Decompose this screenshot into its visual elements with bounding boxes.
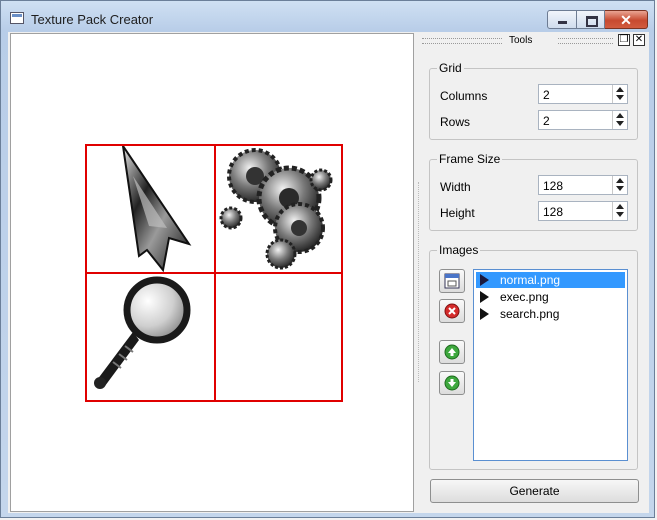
window-controls: ✕ [547,10,648,29]
grid-group: Grid Columns 2 Rows 2 [429,61,638,140]
columns-down-icon[interactable] [613,94,627,102]
width-up-icon[interactable] [613,176,627,184]
grid-group-title: Grid [437,61,464,75]
frame-size-group: Frame Size Width 128 Height 128 [429,152,638,231]
cell-search [87,274,213,400]
list-item-label: exec.png [500,290,549,304]
columns-value: 2 [543,88,550,102]
move-up-button[interactable] [439,340,465,364]
client-area: Tools ❐ ✕ Grid Columns 2 Rows 2 Frame Si… [8,32,649,513]
dock-title-bar[interactable]: Tools ❐ ✕ [418,32,648,50]
rows-value: 2 [543,114,550,128]
remove-image-button[interactable] [439,299,465,323]
frame-size-group-title: Frame Size [437,152,503,166]
title-bar[interactable]: Texture Pack Creator ✕ [1,1,656,33]
arrow-down-icon [444,375,460,391]
list-item[interactable]: search.png [476,306,625,322]
height-spinbox[interactable]: 128 [538,201,628,221]
window-title: Texture Pack Creator [31,12,154,27]
images-group: Images normal.png exec.png search.png [429,243,638,470]
close-button[interactable]: ✕ [605,10,648,29]
texture-grid [85,144,343,402]
play-icon [480,274,489,286]
add-image-button[interactable] [439,269,465,293]
width-value: 128 [543,179,564,193]
height-spin-arrows [612,202,627,220]
rows-up-icon[interactable] [613,111,627,119]
play-icon [480,291,489,303]
splitter-handle[interactable] [418,182,422,382]
height-value: 128 [543,205,564,219]
list-item-label: search.png [500,307,560,321]
height-up-icon[interactable] [613,202,627,210]
add-image-icon [444,273,460,289]
rows-spinbox[interactable]: 2 [538,110,628,130]
cell-empty [215,274,341,400]
height-label: Height [440,206,475,220]
width-spin-arrows [612,176,627,194]
move-down-button[interactable] [439,371,465,395]
tools-dock: Tools ❐ ✕ Grid Columns 2 Rows 2 Frame Si… [418,32,648,513]
rows-spin-arrows [612,111,627,129]
list-item[interactable]: normal.png [476,272,625,288]
play-icon [480,308,489,320]
width-spinbox[interactable]: 128 [538,175,628,195]
width-down-icon[interactable] [613,185,627,193]
gears-image [219,148,333,270]
rows-label: Rows [440,115,471,129]
dock-close-icon[interactable]: ✕ [633,34,645,46]
columns-spin-arrows [612,85,627,103]
arrow-up-icon [444,344,460,360]
undock-icon[interactable]: ❐ [618,34,630,46]
maximize-button[interactable] [577,10,605,29]
columns-label: Columns [440,89,488,103]
close-icon: ✕ [620,12,632,28]
cursor-arrow-image [122,145,192,273]
list-item-label: normal.png [500,273,561,287]
cell-normal [87,145,213,273]
app-icon [10,12,24,24]
magnifier-image [94,276,191,389]
dock-grip-right [558,38,613,44]
remove-icon [444,303,460,319]
height-down-icon[interactable] [613,211,627,219]
dock-grip [422,38,502,44]
generate-button[interactable]: Generate [430,479,639,503]
preview-canvas[interactable] [10,33,414,512]
rows-down-icon[interactable] [613,120,627,128]
cell-exec [215,146,341,272]
width-label: Width [440,180,471,194]
images-group-title: Images [437,243,481,257]
columns-up-icon[interactable] [613,85,627,93]
dock-title: Tools [509,35,533,46]
list-item[interactable]: exec.png [476,289,625,305]
columns-spinbox[interactable]: 2 [538,84,628,104]
app-window: Texture Pack Creator ✕ Tools ❐ ✕ Grid Co… [0,0,655,518]
images-list[interactable]: normal.png exec.png search.png [473,269,628,461]
minimize-button[interactable] [547,10,577,29]
